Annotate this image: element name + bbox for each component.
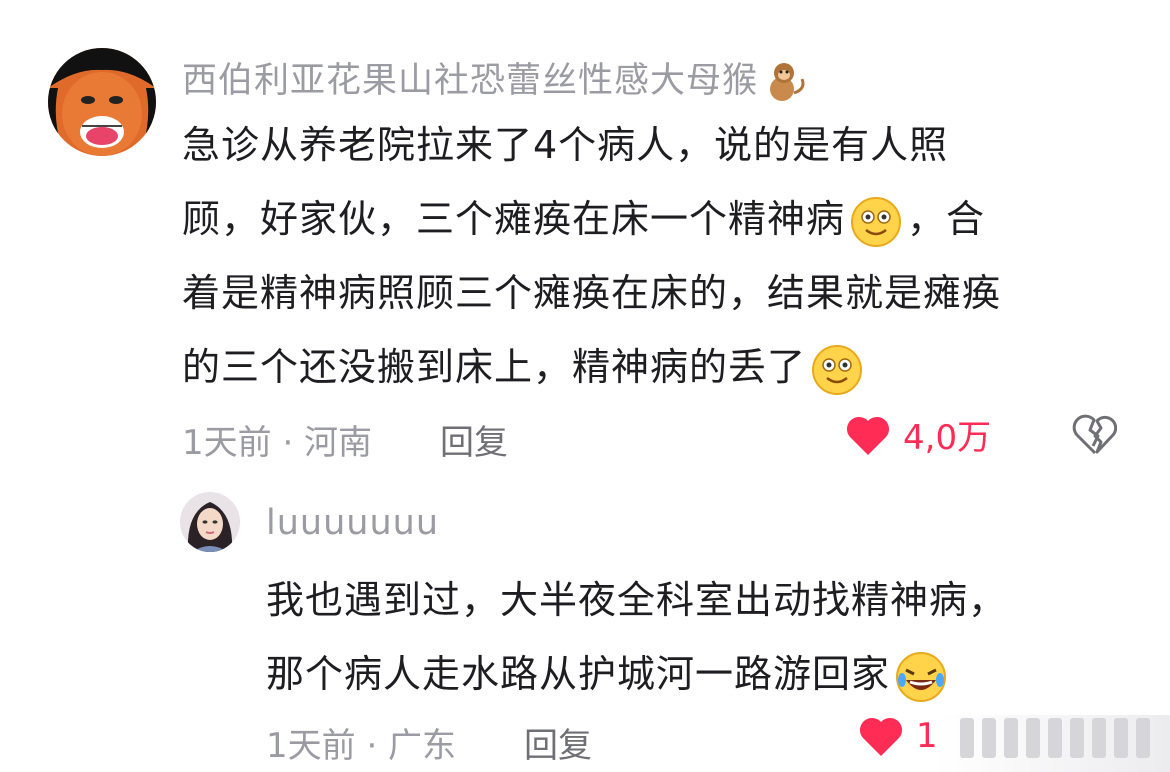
time-location: 1天前 · 河南 bbox=[182, 423, 373, 463]
reply-button[interactable]: 回复 bbox=[524, 718, 592, 767]
comment-line: 着是精神病照顾三个瘫痪在床的，结果就是瘫痪 bbox=[182, 271, 1002, 315]
monkey-icon bbox=[770, 63, 805, 101]
username[interactable]: 西伯利亚花果山社恐蕾丝性感大母猴 bbox=[182, 52, 808, 105]
comment-thread: 西伯利亚花果山社恐蕾丝性感大母猴 急诊从养老院拉来了4个病人，说的是有人照 顾，… bbox=[0, 0, 1170, 772]
comment-line: 我也遇到过，大半夜全科室出动找精神病， bbox=[266, 578, 1008, 622]
avatar[interactable] bbox=[180, 492, 240, 552]
like-button[interactable]: 1 bbox=[858, 714, 938, 758]
smile-emoji-icon bbox=[851, 196, 902, 247]
comment-line: 的三个还没搬到床上，精神病的丢了 bbox=[182, 330, 1001, 404]
heart-icon bbox=[859, 717, 903, 756]
heart-icon bbox=[846, 416, 890, 455]
comment-line: 那个病人走水路从护城河一路游回家 bbox=[266, 637, 1007, 711]
rofl-emoji-icon bbox=[896, 651, 947, 702]
like-count: 4,0万 bbox=[903, 418, 992, 458]
comment-line: 急诊从养老院拉来了4个病人，说的是有人照 bbox=[182, 123, 949, 167]
comment-content: 我也遇到过，大半夜全科室出动找精神病， 那个病人走水路从护城河一路游回家 bbox=[266, 563, 1007, 711]
comment-content: 急诊从养老院拉来了4个病人，说的是有人照 顾，好家伙，三个瘫痪在床一个精神病 ，… bbox=[182, 108, 1001, 404]
smile-emoji-icon bbox=[812, 344, 863, 395]
like-button[interactable]: 4,0万 bbox=[845, 410, 991, 459]
watermark-overlay bbox=[960, 718, 1150, 758]
comment-line: 顾，好家伙，三个瘫痪在床一个精神病 ，合 bbox=[182, 182, 1001, 256]
broken-heart-icon bbox=[1072, 414, 1118, 455]
time-location: 1天前 · 广东 bbox=[266, 726, 457, 766]
reply-button[interactable]: 回复 bbox=[440, 415, 508, 464]
avatar[interactable] bbox=[48, 48, 156, 156]
username[interactable]: luuuuuuu bbox=[266, 503, 439, 543]
dislike-button[interactable] bbox=[1072, 412, 1118, 460]
